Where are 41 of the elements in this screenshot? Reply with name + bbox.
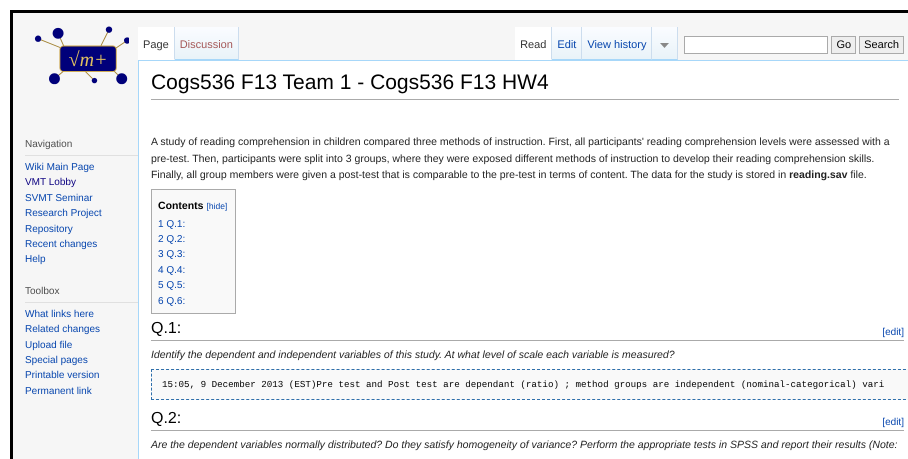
edit-link[interactable]: [edit]: [882, 416, 904, 428]
hide-link[interactable]: [hide]: [206, 200, 228, 210]
logo[interactable]: √m+: [29, 23, 129, 89]
tab[interactable]: Discussion: [174, 27, 239, 60]
sidebar-link[interactable]: What links here: [25, 306, 138, 322]
sidebar-link[interactable]: Wiki Main Page: [25, 160, 138, 176]
tab[interactable]: Page: [138, 27, 175, 60]
tab[interactable]: View history: [582, 27, 652, 60]
sidebar-link[interactable]: Help: [25, 252, 138, 268]
question-text: Are the dependent variables normally distributed? Do they satisfy homogeneity of variance? Perform the appropriate tests in SPSS and report their results (Note:: [151, 438, 898, 451]
contents-link[interactable]: 5 Q.5:: [158, 278, 228, 294]
caret-icon: [660, 42, 670, 48]
sidebar-link[interactable]: Related changes: [25, 322, 138, 338]
sidebar-link[interactable]: Permanent link: [25, 384, 138, 400]
intro-paragraph: A study of reading comprehension in children compared three methods of instruction. First, all participants' reading comprehension levels were assessed with a pre-test. Then, participants were split into 3 groups, where they were exposed different methods of instruction to develop their reading comprehension skills. Finally, all group members were given a post-test that is comparable to the pre-test in terms of content. The data for the study is stored in reading.sav file.: [151, 135, 891, 183]
contents-title: Contents: [158, 200, 204, 212]
go-button[interactable]: Go: [831, 36, 856, 54]
sidebar-link[interactable]: VMT Lobby: [25, 175, 138, 191]
contents-link[interactable]: 6 Q.6:: [158, 294, 228, 309]
sidebar-link[interactable]: Recent changes: [25, 237, 138, 252]
search-field[interactable]: [684, 36, 828, 54]
sidebar-link[interactable]: Research Project: [25, 206, 138, 222]
sidebar-link[interactable]: Special pages: [25, 353, 138, 368]
section-heading: Q.2:: [151, 410, 182, 428]
section-heading: Q.1:: [151, 320, 182, 338]
tab[interactable]: Read: [515, 27, 552, 60]
edit-link[interactable]: [edit]: [882, 326, 904, 338]
question-text: Identify the dependent and independent variables of this study. At what level of scale each variable is measured?: [151, 348, 676, 361]
sidebar-link[interactable]: Printable version: [25, 368, 138, 384]
page-title: Cogs536 F13 Team 1 - Cogs536 F13 HW4: [151, 71, 899, 100]
tab[interactable]: Edit: [552, 27, 582, 60]
sidebar-link[interactable]: Upload file: [25, 338, 138, 354]
contents-link[interactable]: 3 Q.3:: [158, 247, 228, 263]
answer-block: 15:05, 9 December 2013 (EST)Pre test and Post test are dependant (ratio) ; method groups are independent (nominal-categorical) vari: [151, 368, 908, 400]
search-button[interactable]: Search: [859, 36, 904, 54]
more-menu-button[interactable]: [652, 27, 678, 60]
contents-link[interactable]: 4 Q.4:: [158, 262, 228, 278]
contents-link[interactable]: 1 Q.1:: [158, 216, 228, 232]
contents-link[interactable]: 2 Q.2:: [158, 232, 228, 248]
sidebar-link[interactable]: SVMT Seminar: [25, 190, 138, 206]
sidebar-link[interactable]: Repository: [25, 222, 138, 238]
